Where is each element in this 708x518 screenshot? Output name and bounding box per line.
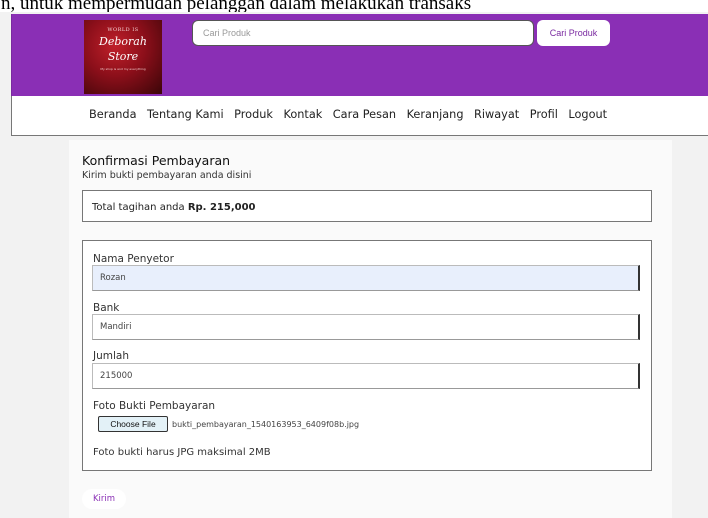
store-logo[interactable]: WORLD IS Deborah Store My shop is and my… xyxy=(84,20,162,94)
amount-label: Jumlah xyxy=(93,350,129,362)
logo-script-line2: Store xyxy=(107,50,139,63)
nav-item-riwayat[interactable]: Riwayat xyxy=(474,108,519,121)
total-value: Rp. 215,000 xyxy=(187,202,256,213)
amount-input[interactable]: 215000 xyxy=(92,363,640,389)
proof-label: Foto Bukti Pembayaran xyxy=(93,400,216,412)
nav-item-tentang-kami[interactable]: Tentang Kami xyxy=(147,108,224,121)
bank-input[interactable]: Mandiri xyxy=(92,314,640,340)
nav-item-produk[interactable]: Produk xyxy=(234,108,273,121)
logo-tagline: My shop is and my everything xyxy=(100,67,146,71)
submit-button[interactable]: Kirim xyxy=(82,489,126,509)
file-name: bukti_pembayaran_1540163953_6409f08b.jpg xyxy=(172,419,360,429)
main-navbar: Beranda Tentang Kami Produk Kontak Cara … xyxy=(11,96,708,136)
nav-item-logout[interactable]: Logout xyxy=(568,108,607,121)
nav-item-cara-pesan[interactable]: Cara Pesan xyxy=(333,108,396,121)
logo-script-line1: Deborah xyxy=(99,35,147,48)
page-subtitle: Kirim bukti pembayaran anda disini xyxy=(82,170,252,181)
page-title: Konfirmasi Pembayaran xyxy=(82,153,231,168)
total-box: Total tagihan anda Rp. 215,000 xyxy=(82,190,652,222)
bank-label: Bank xyxy=(93,302,120,314)
nav-item-keranjang[interactable]: Keranjang xyxy=(407,108,464,121)
total-text: Total tagihan anda Rp. 215,000 xyxy=(92,202,256,213)
total-prefix: Total tagihan anda xyxy=(92,202,188,213)
nav-item-profil[interactable]: Profil xyxy=(530,108,558,121)
logo-small-text: WORLD IS xyxy=(107,27,139,33)
file-picker: Choose File bukti_pembayaran_1540163953_… xyxy=(98,416,359,432)
nav-item-kontak[interactable]: Kontak xyxy=(283,108,322,121)
file-note: Foto bukti harus JPG maksimal 2MB xyxy=(93,447,271,458)
depositor-label: Nama Penyetor xyxy=(93,253,174,265)
nav-item-beranda[interactable]: Beranda xyxy=(89,108,137,121)
marquee-text: n, untuk mempermudah pelanggan dalam mel… xyxy=(0,0,708,12)
search-button[interactable]: Cari Produk xyxy=(537,20,610,46)
site-header: WORLD IS Deborah Store My shop is and my… xyxy=(11,14,708,96)
search-input[interactable]: Cari Produk xyxy=(192,20,534,46)
nav-list: Beranda Tentang Kami Produk Kontak Cara … xyxy=(89,108,618,121)
choose-file-button[interactable]: Choose File xyxy=(98,416,168,432)
depositor-input[interactable]: Rozan xyxy=(92,265,640,291)
payment-form: Nama Penyetor Rozan Bank Mandiri Jumlah … xyxy=(82,240,652,471)
